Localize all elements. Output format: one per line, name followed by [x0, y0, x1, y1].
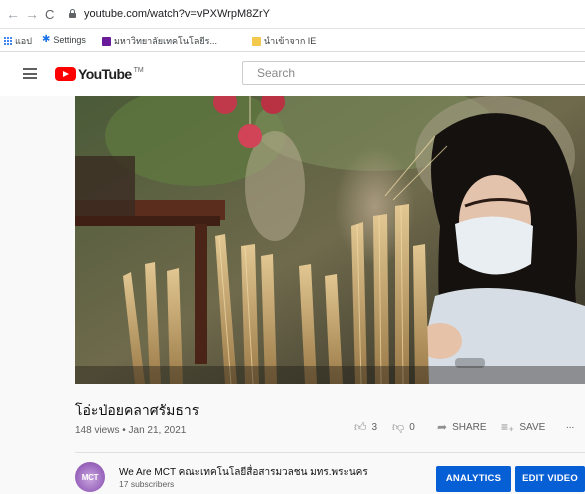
- bookmark-icon: [102, 36, 111, 46]
- trademark-label: TM: [133, 66, 144, 74]
- like-button[interactable]: 👍︎ 3: [354, 420, 377, 435]
- bookmark-import-ie[interactable]: นำเข้าจาก IE: [252, 34, 316, 48]
- youtube-wordmark: YouTube: [78, 66, 132, 82]
- folder-icon: [252, 36, 261, 46]
- analytics-button[interactable]: ANALYTICS: [436, 466, 511, 492]
- url-field[interactable]: youtube.com/watch?v=vPXWrpM8ZrY: [84, 8, 270, 20]
- browser-address-bar: ← → C youtube.com/watch?v=vPXWrpM8ZrY: [0, 0, 585, 29]
- thumbs-up-icon: 👍︎: [354, 420, 367, 434]
- upload-date: Jan 21, 2021: [128, 425, 187, 436]
- reload-icon[interactable]: C: [45, 7, 54, 22]
- section-divider: [75, 452, 585, 453]
- thumbs-down-icon: 👎︎: [392, 420, 405, 434]
- bookmark-settings[interactable]: ✱ Settings: [42, 34, 86, 45]
- bookmark-university[interactable]: มหาวิทยาลัยเทคโนโลยีร...: [102, 34, 217, 48]
- dislike-button[interactable]: 👎︎ 0: [392, 420, 415, 435]
- bookmark-label: แอป: [15, 36, 32, 46]
- playlist-add-icon: ≡₊: [501, 420, 515, 434]
- share-button[interactable]: ➦ SHARE: [437, 420, 487, 434]
- search-input[interactable]: [242, 61, 585, 85]
- bookmarks-bar: แอป ✱ Settings มหาวิทยาลัยเทคโนโลยีร... …: [0, 29, 585, 52]
- dislike-count: 0: [409, 422, 415, 433]
- save-label: SAVE: [519, 421, 546, 433]
- save-button[interactable]: ≡₊ SAVE: [501, 420, 545, 434]
- back-arrow-icon[interactable]: ←: [6, 6, 20, 22]
- channel-avatar[interactable]: MCT: [75, 462, 105, 492]
- bookmark-label: มหาวิทยาลัยเทคโนโลยีร...: [114, 36, 217, 46]
- forward-arrow-icon[interactable]: →: [25, 6, 39, 22]
- video-title: โอ่ะป่อยคลาศรัมธาร: [75, 402, 200, 418]
- avatar-logo-text: MCT: [81, 473, 99, 482]
- menu-icon[interactable]: [23, 68, 37, 79]
- apps-grid-icon: [4, 37, 12, 45]
- video-player[interactable]: [75, 96, 585, 384]
- like-count: 3: [371, 422, 378, 433]
- channel-name[interactable]: We Are MCT คณะเทคโนโลยีสื่อสารมวลชน มทร.…: [119, 465, 368, 480]
- view-count: 148 views: [75, 425, 120, 436]
- bookmark-label: Settings: [53, 34, 86, 45]
- share-icon: ➦: [437, 420, 448, 434]
- edit-video-button[interactable]: EDIT VIDEO: [515, 466, 585, 492]
- gear-icon: ✱: [42, 34, 51, 45]
- share-label: SHARE: [452, 421, 487, 433]
- bookmark-apps[interactable]: แอป: [4, 34, 32, 48]
- more-actions-button[interactable]: ...: [566, 420, 574, 431]
- video-meta: 148 views • Jan 21, 2021: [75, 425, 186, 436]
- youtube-logo[interactable]: YouTube TM: [55, 66, 144, 82]
- bookmark-label: นำเข้าจาก IE: [264, 36, 317, 46]
- youtube-play-icon: [55, 67, 76, 81]
- lock-icon[interactable]: [69, 9, 76, 18]
- subscriber-count: 17 subscribers: [119, 479, 175, 489]
- video-frame: [75, 96, 585, 384]
- more-icon: ...: [566, 420, 575, 431]
